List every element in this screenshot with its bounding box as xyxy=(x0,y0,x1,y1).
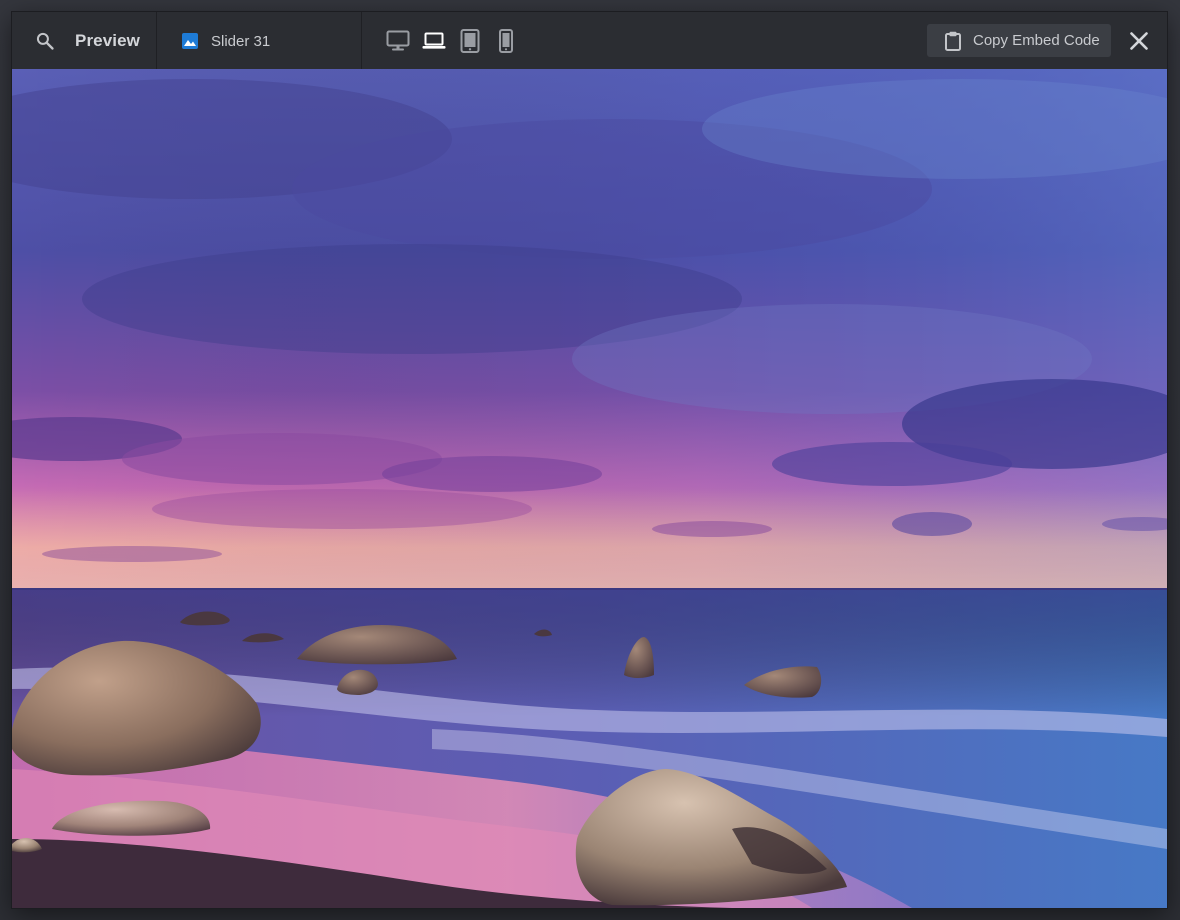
slider-selector[interactable]: Slider 31 xyxy=(182,30,270,52)
device-laptop-button[interactable] xyxy=(421,28,447,54)
search-button[interactable] xyxy=(32,28,58,54)
toolbar-divider xyxy=(361,12,362,69)
clipboard-icon xyxy=(945,31,961,51)
close-button[interactable] xyxy=(1126,28,1152,54)
page-title: Preview xyxy=(75,31,140,50)
laptop-icon xyxy=(422,32,446,49)
copy-embed-code-label: Copy Embed Code xyxy=(973,32,1100,49)
device-phone-button[interactable] xyxy=(493,28,519,54)
copy-embed-code-button[interactable]: Copy Embed Code xyxy=(927,24,1111,57)
device-desktop-button[interactable] xyxy=(385,28,411,54)
slide-image xyxy=(12,69,1167,908)
toolbar-divider xyxy=(156,12,157,69)
preview-modal: Preview Slider 31 Copy Embed Code xyxy=(12,12,1167,908)
image-icon xyxy=(182,33,198,49)
tablet-icon xyxy=(460,29,480,53)
desktop-icon xyxy=(386,30,410,51)
device-switcher xyxy=(385,28,519,54)
device-tablet-button[interactable] xyxy=(457,28,483,54)
phone-icon xyxy=(499,29,513,53)
slider-name: Slider 31 xyxy=(211,32,271,50)
close-icon xyxy=(1130,32,1148,50)
slider-preview xyxy=(12,69,1167,908)
search-icon xyxy=(36,32,54,50)
preview-toolbar: Preview Slider 31 Copy Embed Code xyxy=(12,12,1167,70)
